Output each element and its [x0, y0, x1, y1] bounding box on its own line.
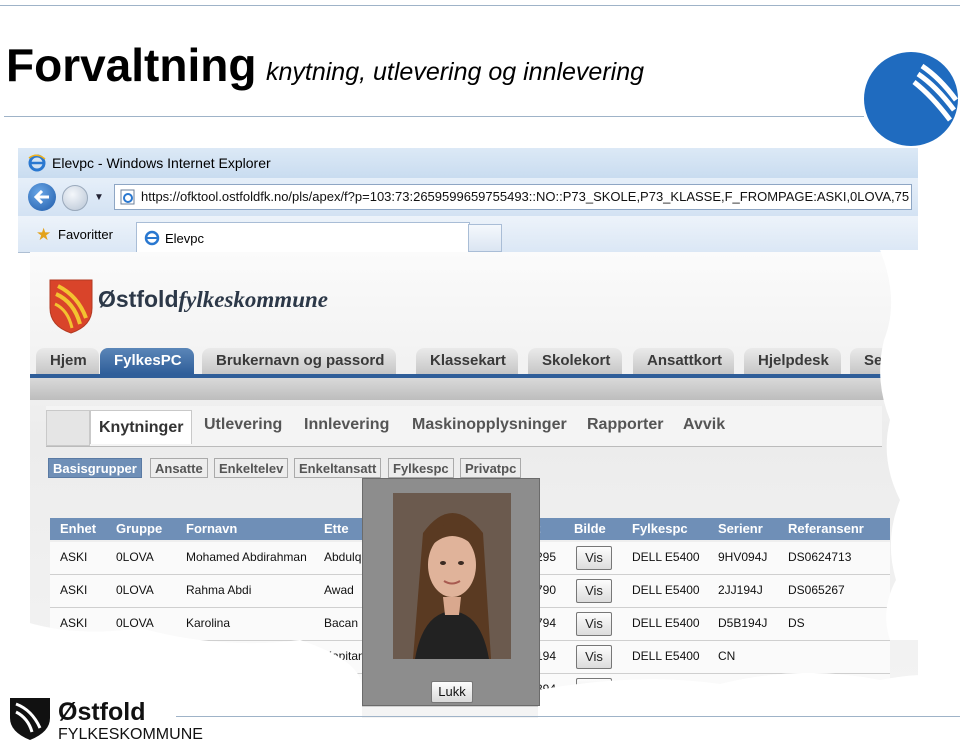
- filter-privatpc[interactable]: Privatpc: [460, 458, 522, 478]
- slide-subtitle: knytning, utlevering og innlevering: [266, 58, 645, 86]
- cell-fornavn: Karolina: [186, 616, 231, 630]
- cell-gruppe: 0LOVA: [116, 616, 154, 630]
- subtab-maskinopplysninger[interactable]: Maskinopplysninger: [412, 416, 567, 434]
- vis-button[interactable]: Vis: [576, 645, 612, 669]
- tab-title: Elevpc: [165, 231, 205, 246]
- subtab-knytninger[interactable]: Knytninger: [90, 410, 193, 444]
- cell-etternavn: Bacan: [324, 616, 359, 630]
- cell-fornavn: Rahma Abdi: [186, 583, 252, 597]
- cell-referansenr: DS065267: [788, 583, 845, 597]
- ostfold-footer-logo-icon: [10, 698, 50, 740]
- photo-popup: Lukk: [362, 478, 540, 706]
- url-text: https://ofktool.ostfoldfk.no/pls/apex/f?…: [141, 189, 910, 204]
- tab-brukernavn[interactable]: Brukernavn og passord: [202, 348, 397, 374]
- title-rule: [4, 116, 864, 117]
- sub-tab-spacer: [46, 410, 90, 446]
- tab-ansattkort[interactable]: Ansattkort: [633, 348, 735, 374]
- favorites-button[interactable]: Favoritter: [58, 227, 113, 242]
- address-input[interactable]: https://ofktool.ostfoldfk.no/pls/apex/f?…: [114, 184, 912, 210]
- brand-bold: Østfold: [98, 286, 179, 312]
- col-gruppe[interactable]: Gruppe: [116, 521, 162, 536]
- cell-enhet: ASKI: [60, 550, 88, 564]
- cell-fylkespc: DELL E5400: [632, 649, 700, 663]
- close-button[interactable]: Lukk: [431, 681, 473, 703]
- portrait-image: [393, 493, 511, 659]
- cell-enhet: ASKI: [60, 583, 88, 597]
- col-referansenr[interactable]: Referansenr: [788, 521, 864, 536]
- vis-button[interactable]: Vis: [576, 579, 612, 603]
- forward-button[interactable]: [62, 185, 88, 211]
- ie-tab-icon: [144, 230, 160, 246]
- cell-etternavn: Lesnie: [324, 682, 360, 696]
- footer-name: Østfold: [58, 698, 146, 726]
- filter-enkeltelev[interactable]: Enkeltelev: [214, 458, 289, 478]
- window-title: Elevpc - Windows Internet Explorer: [52, 155, 271, 171]
- tab-klassekart[interactable]: Klassekart: [416, 348, 518, 374]
- subtab-rapporter[interactable]: Rapporter: [587, 416, 663, 434]
- ostfold-circle-logo-icon: [864, 52, 959, 146]
- footer-rule: [176, 716, 960, 717]
- sub-tabs: Knytninger Utlevering Innlevering Maskin…: [46, 406, 882, 447]
- cell-referansenr: DS: [788, 616, 805, 630]
- subtab-innlevering[interactable]: Innlevering: [304, 416, 389, 434]
- cell-serienr: CN: [718, 649, 736, 663]
- ostfold-crest-icon: [49, 279, 93, 334]
- vis-button[interactable]: Vis: [576, 612, 612, 636]
- history-dropdown-icon[interactable]: ▼: [94, 192, 104, 203]
- slide-title: Forvaltning: [6, 39, 257, 91]
- cell-gruppe: 0LOVA: [116, 550, 154, 564]
- ie-logo-icon: [28, 154, 46, 172]
- cell-fylkespc: DELL E5400: [632, 616, 700, 630]
- tab-more[interactable]: Se: [850, 348, 895, 374]
- arrow-left-icon: [34, 190, 49, 204]
- vis-button[interactable]: Vis: [576, 678, 612, 702]
- tab-fylkespc[interactable]: FylkesPC: [100, 348, 194, 374]
- cell-enhet: ASKI: [60, 616, 88, 630]
- col-etternavn[interactable]: Ette: [324, 521, 349, 536]
- col-fylkespc[interactable]: Fylkespc: [632, 521, 688, 536]
- cell-referansenr: DS0624713: [788, 550, 852, 564]
- footer-sub: FYLKESKOMMUNE: [58, 726, 203, 743]
- address-toolbar: ▼ https://ofktool.ostfoldfk.no/pls/apex/…: [18, 178, 918, 216]
- filter-basisgrupper[interactable]: Basisgrupper: [48, 458, 142, 478]
- cell-fornavn: Mohamed Abdirahman: [186, 550, 307, 564]
- page-icon: [120, 189, 135, 205]
- student-photo: [393, 493, 511, 659]
- cell-serienr: 2JJ194J: [718, 583, 763, 597]
- col-fornavn[interactable]: Fornavn: [186, 521, 237, 536]
- cell-gruppe: 0LOVA: [116, 583, 154, 597]
- cell-serienr: 9HV094J: [718, 550, 768, 564]
- ie-titlebar: Elevpc - Windows Internet Explorer: [18, 148, 918, 178]
- toolbar-band: [30, 378, 918, 400]
- brand-name: Østfoldfylkeskommune: [98, 286, 328, 313]
- cell-fylkespc: DELL E5400: [632, 583, 700, 597]
- col-enhet[interactable]: Enhet: [60, 521, 96, 536]
- col-serienr[interactable]: Serienr: [718, 521, 763, 536]
- browser-tab-elevpc[interactable]: Elevpc: [136, 222, 470, 253]
- back-button[interactable]: [28, 183, 56, 211]
- tab-hjelpdesk[interactable]: Hjelpdesk: [744, 348, 841, 374]
- new-tab-button[interactable]: [468, 224, 502, 252]
- cell-serienr: D5B194J: [718, 616, 768, 630]
- subtab-utlevering[interactable]: Utlevering: [204, 416, 282, 434]
- filter-ansatte[interactable]: Ansatte: [150, 458, 208, 478]
- brand-script: fylkeskommune: [178, 287, 329, 312]
- tab-skolekort[interactable]: Skolekort: [528, 348, 623, 374]
- subtab-avvik[interactable]: Avvik: [683, 416, 725, 434]
- cell-etternavn: Awad: [324, 583, 354, 597]
- cell-fylkespc: DELL E5400: [632, 550, 700, 564]
- slide-top-rule: [0, 5, 960, 6]
- filter-fylkespc[interactable]: Fylkespc: [388, 458, 454, 478]
- main-tabs: Hjem FylkesPC Brukernavn og passord Klas…: [30, 346, 918, 376]
- favorites-bar: ★ Favoritter Elevpc: [18, 216, 918, 253]
- filter-enkeltansatt[interactable]: Enkeltansatt: [294, 458, 382, 478]
- star-icon: ★: [36, 225, 52, 244]
- vis-button[interactable]: Vis: [576, 546, 612, 570]
- tab-hjem[interactable]: Hjem: [36, 348, 99, 374]
- col-bilde[interactable]: Bilde: [574, 521, 606, 536]
- cell-etternavn: Abdulq: [324, 550, 362, 564]
- cell-etternavn: Kapitan: [324, 649, 365, 663]
